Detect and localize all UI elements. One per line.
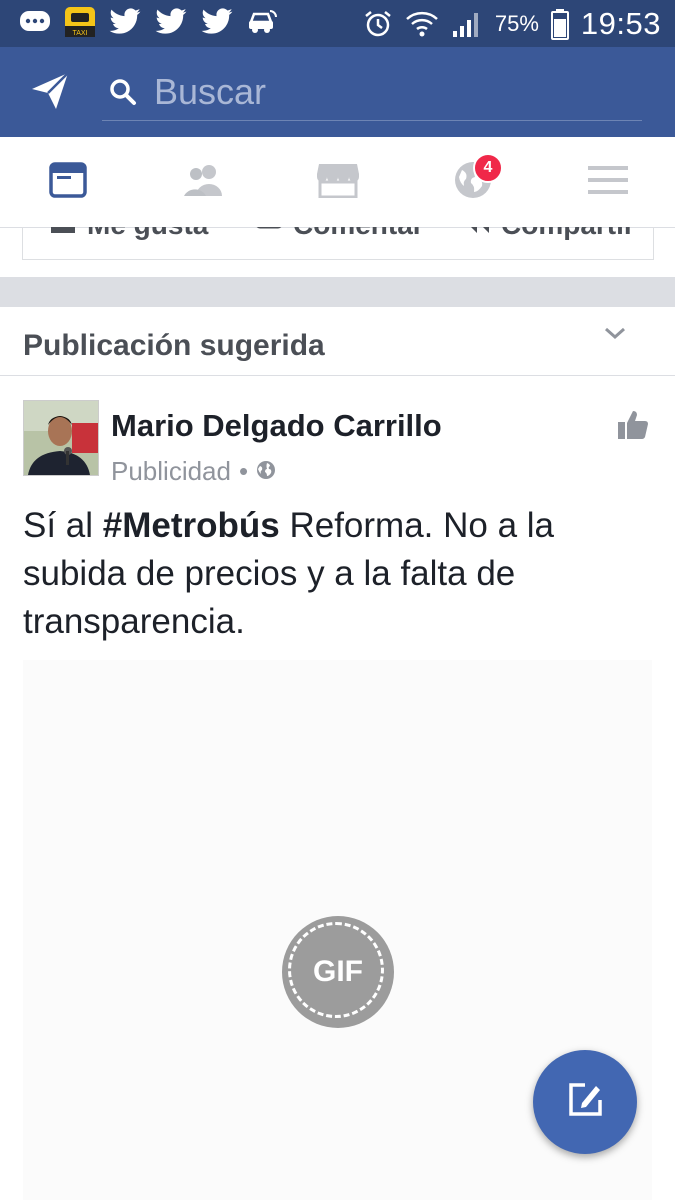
battery-icon [550, 8, 569, 40]
twitter-icon [108, 8, 142, 36]
comment-action[interactable]: Comentar [255, 227, 424, 242]
avatar[interactable] [23, 400, 99, 476]
feed-separator [0, 277, 675, 307]
tab-marketplace[interactable] [278, 137, 398, 227]
twitter-icon [154, 8, 188, 36]
friends-icon [181, 163, 225, 202]
suggested-post-header: Publicación sugerida [0, 307, 675, 376]
like-page-icon[interactable] [617, 409, 649, 446]
tab-news-feed[interactable] [8, 137, 128, 227]
wifi-icon [405, 9, 439, 39]
comment-icon [255, 227, 283, 242]
tab-bar: 4 [0, 137, 675, 228]
twitter-icon [200, 8, 234, 36]
messages-icon [18, 7, 52, 37]
news-feed-icon [49, 161, 87, 203]
app-bar: Buscar [0, 47, 675, 137]
notifications-badge: 4 [473, 153, 503, 183]
search-placeholder: Buscar [154, 71, 267, 112]
public-globe-icon [256, 456, 276, 487]
tab-notifications[interactable]: 4 [413, 137, 533, 227]
meta-separator: • [238, 456, 249, 486]
post-author[interactable]: Mario Delgado Carrillo [111, 408, 442, 444]
share-icon [463, 227, 491, 242]
post-text: Sí al #Metrobús Reforma. No a la subida … [23, 506, 555, 641]
share-action[interactable]: Compartir [463, 227, 635, 242]
like-action[interactable]: Me gusta [49, 227, 208, 242]
suggested-post-label: Publicación sugerida [23, 329, 325, 362]
clock: 19:53 [580, 5, 661, 41]
signal-icon [451, 9, 483, 39]
tab-menu[interactable] [548, 137, 668, 227]
gif-label: GIF [313, 955, 363, 988]
sponsored-label: Publicidad [111, 456, 231, 486]
post-header: Mario Delgado Carrillo Publicidad • [0, 376, 675, 486]
like-thumb-icon [49, 227, 77, 242]
car-icon [246, 8, 278, 36]
tab-friends[interactable] [143, 137, 263, 227]
edit-pencil-icon [565, 1080, 605, 1125]
chevron-down-icon[interactable] [603, 325, 627, 346]
battery-percent: 75% [494, 10, 539, 36]
marketplace-icon [317, 162, 359, 203]
post-meta: Publicidad • [111, 456, 276, 487]
hashtag-link[interactable]: #Metrobús [103, 506, 280, 545]
status-bar: TAXI 75% 19:53 [0, 0, 675, 47]
search-icon [108, 77, 138, 112]
alarm-icon [363, 9, 393, 39]
svg-text:TAXI: TAXI [72, 30, 87, 37]
taxi-app-icon: TAXI [64, 6, 96, 38]
gif-play-button[interactable]: GIF [282, 916, 394, 1028]
hamburger-menu-icon [588, 164, 628, 201]
previous-post-actions: Me gusta Comentar Compartir [22, 227, 654, 260]
search-input[interactable]: Buscar [102, 65, 642, 121]
messenger-send-icon[interactable] [30, 71, 70, 116]
compose-button[interactable] [533, 1050, 637, 1154]
